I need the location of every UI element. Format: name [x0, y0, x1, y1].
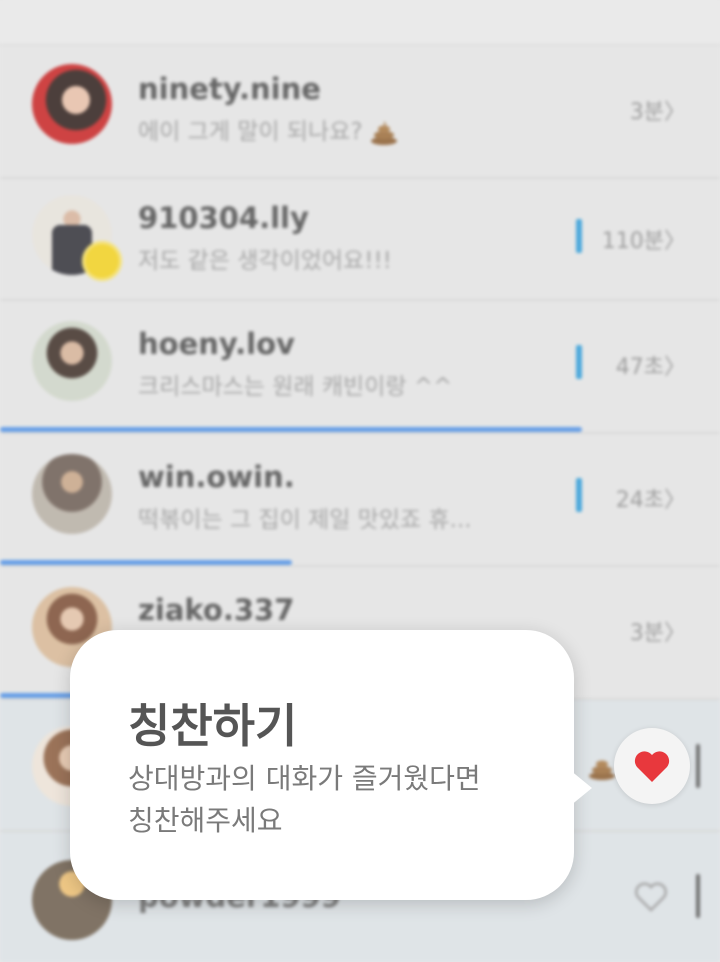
tooltip-description-line: 상대방과의 대화가 즐거웠다면: [128, 762, 481, 795]
tooltip-description: 상대방과의 대화가 즐거웠다면 칭찬해주세요: [128, 758, 548, 842]
tooltip-title: 칭찬하기: [128, 699, 298, 753]
tooltip-tail: [570, 770, 592, 806]
heart-icon: [634, 751, 670, 782]
tooltip-description-line: 칭찬해주세요: [128, 804, 283, 837]
praise-tooltip: 칭찬하기 상대방과의 대화가 즐거웠다면 칭찬해주세요: [70, 630, 592, 900]
praise-button[interactable]: [614, 728, 690, 804]
